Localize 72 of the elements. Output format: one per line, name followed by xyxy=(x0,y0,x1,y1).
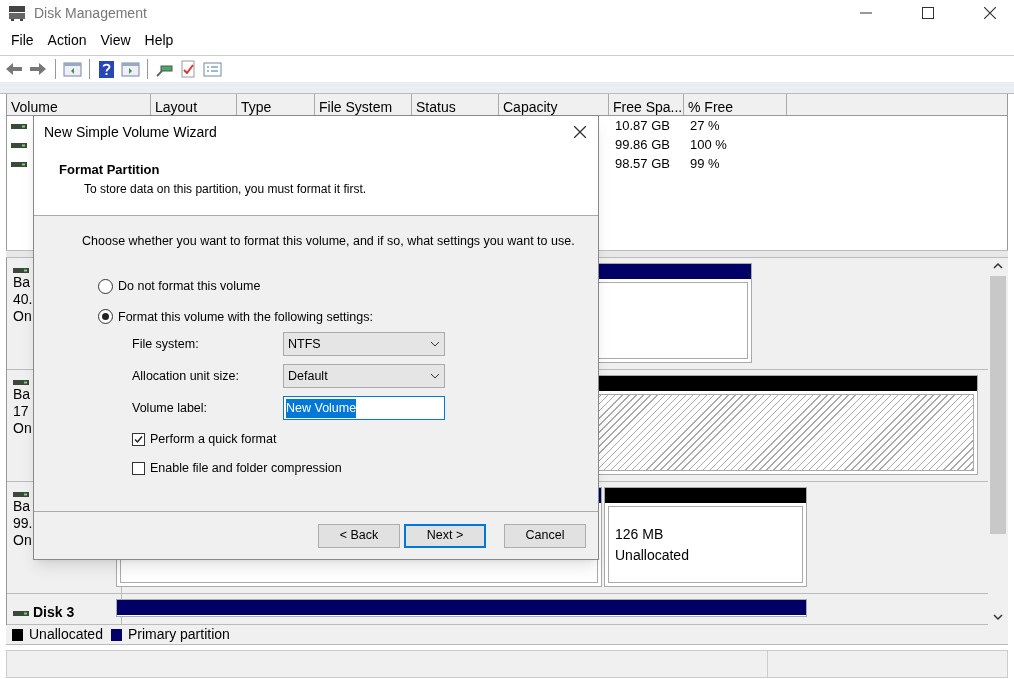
radio-label: Format this volume with the following settings: xyxy=(118,308,373,326)
scroll-up-icon[interactable] xyxy=(993,262,1003,270)
dialog-title: New Simple Volume Wizard xyxy=(44,122,217,142)
help-icon[interactable] xyxy=(97,59,116,79)
field-label: Allocation unit size: xyxy=(132,367,240,385)
maximize-icon[interactable] xyxy=(922,7,934,19)
radio-option[interactable]: Do not format this volume xyxy=(98,276,590,296)
disk-info: 17 xyxy=(13,403,29,420)
radio-button[interactable] xyxy=(98,278,113,294)
dropdown-caret-icon xyxy=(430,341,440,348)
checkbox[interactable] xyxy=(132,461,145,475)
menu-item[interactable]: File xyxy=(4,30,41,51)
disk-management-icon xyxy=(8,5,26,21)
partition-size: 126 MB xyxy=(615,524,665,544)
disk-info: Ba xyxy=(13,274,31,291)
instruction-text: Choose whether you want to format this volume, and if so, what settings you want to use. xyxy=(82,233,576,250)
close-icon[interactable] xyxy=(574,126,586,138)
table-cell-text: 10.87 GB xyxy=(614,116,671,135)
dialog-button[interactable]: Next > xyxy=(404,523,486,548)
dialog-button[interactable]: Cancel xyxy=(504,523,586,548)
checkbox[interactable] xyxy=(132,433,145,447)
table-cell-text: 100 % xyxy=(689,135,728,154)
menu-item[interactable]: Help xyxy=(137,30,181,51)
disk-info: 40. xyxy=(13,291,33,308)
drive-icon xyxy=(11,121,27,130)
menu-item[interactable]: Action xyxy=(40,30,94,51)
column-header[interactable]: Free Spa... xyxy=(609,94,684,115)
table-cell-text: 98.57 GB xyxy=(614,154,671,173)
disk-info: Ba xyxy=(13,386,31,403)
disk-info: On xyxy=(13,532,32,549)
drive-icon xyxy=(13,608,29,617)
dropdown[interactable]: NTFS xyxy=(283,332,445,357)
table-cell-text: 27 % xyxy=(689,116,721,135)
scroll-down-icon[interactable] xyxy=(993,613,1003,621)
checkbox-option[interactable]: Perform a quick format xyxy=(132,430,590,449)
disk-info: Ba xyxy=(13,498,31,515)
partition-status: Unallocated xyxy=(615,545,690,565)
checkbox-label: Perform a quick format xyxy=(150,431,277,449)
dropdown-caret-icon xyxy=(430,373,440,380)
legend-label: Unallocated xyxy=(29,625,103,644)
drive-icon xyxy=(11,140,27,149)
disk-info: 99. xyxy=(13,515,33,532)
table-cell-text: 99 % xyxy=(689,154,721,173)
drive-icon xyxy=(11,159,27,168)
radio-label: Do not format this volume xyxy=(118,277,261,295)
drive-icon xyxy=(13,378,29,386)
disk-info: On xyxy=(13,420,32,437)
page-description: To store data on this partition, you must format it first. xyxy=(83,180,368,198)
checkmark-icon xyxy=(134,435,143,445)
close-icon[interactable] xyxy=(984,7,996,19)
radio-option[interactable]: Format this volume with the following settings: xyxy=(98,307,590,327)
field-label: Volume label: xyxy=(132,399,209,417)
window-title: Disk Management xyxy=(34,3,147,23)
radio-button[interactable] xyxy=(98,309,113,325)
checkbox-option[interactable]: Enable file and folder compression xyxy=(132,459,590,478)
unallocated-partition[interactable]: 126 MB Unallocated xyxy=(604,487,807,587)
checklist-document-icon[interactable] xyxy=(179,59,198,79)
disk-name: Disk 3 xyxy=(33,603,75,622)
menu-item[interactable]: View xyxy=(93,30,138,51)
page-heading: Format Partition xyxy=(59,161,161,179)
dialog-button[interactable]: < Back xyxy=(318,523,400,548)
checkbox-label: Enable file and folder compression xyxy=(150,460,342,477)
dropdown[interactable]: Default xyxy=(283,364,445,389)
drive-icon xyxy=(13,490,29,498)
scrollbar-thumb[interactable] xyxy=(990,276,1006,534)
column-header[interactable]: % Free xyxy=(684,94,787,115)
field-label: File system: xyxy=(132,335,200,353)
drive-icon xyxy=(13,266,29,274)
table-cell-text: 99.86 GB xyxy=(614,135,671,154)
legend-label: Primary partition xyxy=(127,625,230,644)
disk-info: On xyxy=(13,308,32,325)
text-field[interactable]: New Volume xyxy=(283,396,445,421)
